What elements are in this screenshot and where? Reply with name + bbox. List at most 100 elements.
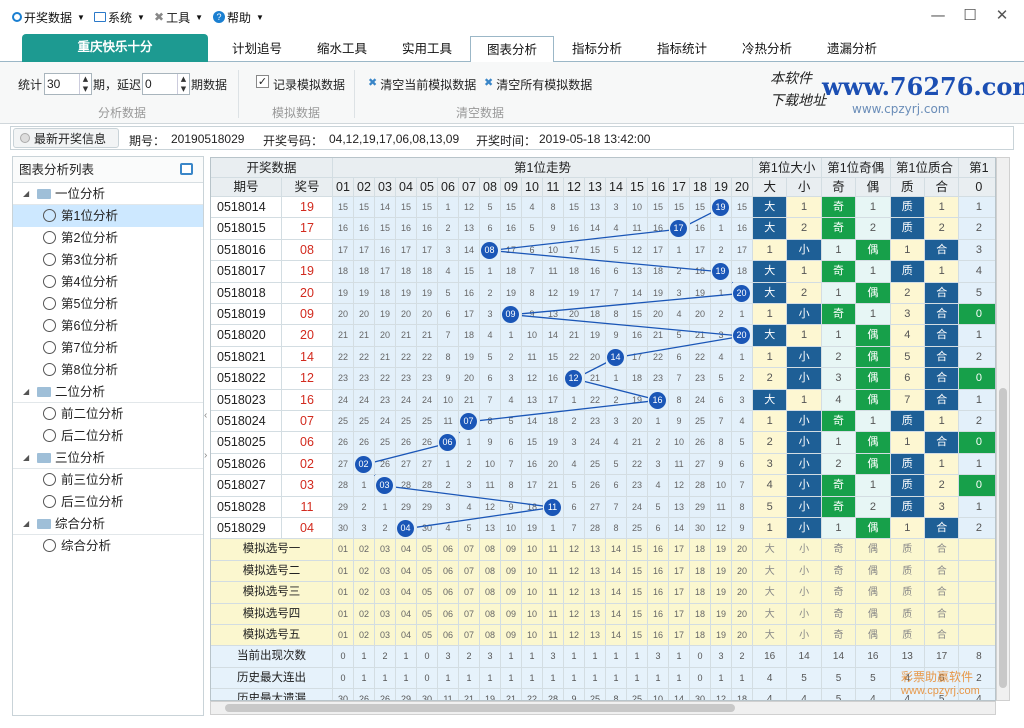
sim-tag-cell[interactable]: 偶 — [856, 582, 891, 604]
sim-tag-cell[interactable]: 小 — [787, 539, 822, 561]
sim-cell[interactable]: 05 — [417, 625, 438, 647]
sim-cell[interactable]: 01 — [333, 582, 354, 604]
sim-row-label[interactable]: 模拟选号四 — [211, 603, 333, 625]
sim-cell[interactable]: 10 — [522, 539, 543, 561]
tree-group[interactable]: ◢ 一位分析 — [13, 183, 203, 205]
sim-cell[interactable]: 03 — [375, 625, 396, 647]
tree-item[interactable]: 第7位分析 — [13, 337, 203, 359]
sim-tag-cell[interactable]: 偶 — [856, 539, 891, 561]
tree-item[interactable]: 综合分析 — [13, 535, 203, 557]
tab-utility[interactable]: 实用工具 — [384, 36, 470, 62]
menu-lottery-data[interactable]: 开奖数据 ▼ — [12, 8, 85, 26]
spin-arrows-icon[interactable]: ▲ ▼ — [177, 74, 189, 94]
sim-cell[interactable]: 11 — [543, 625, 564, 647]
sim-cell[interactable] — [959, 582, 995, 604]
sim-cell[interactable]: 15 — [627, 603, 648, 625]
sim-cell[interactable]: 20 — [732, 539, 753, 561]
sim-cell[interactable]: 19 — [711, 560, 732, 583]
sim-cell[interactable]: 19 — [711, 625, 732, 647]
tab-omission[interactable]: 遗漏分析 — [810, 36, 894, 62]
sim-row-label[interactable]: 模拟选号五 — [211, 625, 333, 647]
sim-cell[interactable]: 07 — [459, 603, 480, 625]
sim-cell[interactable]: 07 — [459, 582, 480, 604]
sim-tag-cell[interactable]: 奇 — [821, 560, 857, 583]
sim-cell[interactable]: 15 — [627, 539, 648, 561]
tab-hot-cold[interactable]: 冷热分析 — [724, 36, 810, 62]
sim-cell[interactable]: 09 — [501, 625, 522, 647]
sim-cell[interactable]: 08 — [480, 560, 501, 583]
sim-cell[interactable]: 19 — [711, 603, 732, 625]
sim-cell[interactable]: 05 — [417, 582, 438, 604]
sim-cell[interactable]: 17 — [669, 625, 690, 647]
tree-group[interactable]: ◢ 二位分析 — [13, 381, 203, 403]
sim-cell[interactable]: 14 — [606, 603, 627, 625]
sim-cell[interactable]: 20 — [732, 603, 753, 625]
sim-cell[interactable]: 20 — [732, 625, 753, 647]
sim-cell[interactable]: 13 — [585, 539, 606, 561]
sim-cell[interactable]: 16 — [648, 625, 669, 647]
tree-item[interactable]: 第5位分析 — [13, 293, 203, 315]
sim-cell[interactable]: 07 — [459, 560, 480, 583]
sim-cell[interactable]: 18 — [690, 560, 711, 583]
sim-cell[interactable]: 11 — [543, 560, 564, 583]
sim-tag-cell[interactable]: 合 — [925, 603, 960, 625]
sim-cell[interactable]: 10 — [522, 582, 543, 604]
sim-cell[interactable]: 03 — [375, 539, 396, 561]
sim-cell[interactable]: 02 — [354, 582, 375, 604]
sim-cell[interactable]: 13 — [585, 625, 606, 647]
sim-cell[interactable]: 01 — [333, 625, 354, 647]
sim-cell[interactable]: 06 — [438, 603, 459, 625]
sim-cell[interactable]: 04 — [396, 539, 417, 561]
scroll-thumb[interactable] — [999, 388, 1007, 688]
tree-item[interactable]: 后二位分析 — [13, 425, 203, 447]
tree-item[interactable]: 第1位分析 — [13, 205, 203, 227]
sim-tag-cell[interactable]: 大 — [753, 539, 788, 561]
delay-input[interactable]: 0 ▲ ▼ — [142, 73, 190, 95]
sim-tag-cell[interactable]: 合 — [925, 582, 960, 604]
horizontal-scrollbar[interactable] — [210, 701, 996, 715]
sim-cell[interactable]: 18 — [690, 603, 711, 625]
sim-cell[interactable]: 04 — [396, 625, 417, 647]
sim-cell[interactable]: 18 — [690, 625, 711, 647]
sim-tag-cell[interactable]: 奇 — [821, 582, 857, 604]
sim-tag-cell[interactable]: 质 — [890, 560, 925, 583]
maximize-button[interactable]: ☐ — [956, 4, 984, 26]
sim-cell[interactable] — [959, 539, 995, 561]
sim-cell[interactable]: 07 — [459, 539, 480, 561]
sim-cell[interactable]: 11 — [543, 539, 564, 561]
sim-cell[interactable]: 06 — [438, 560, 459, 583]
sim-cell[interactable]: 02 — [354, 603, 375, 625]
sim-cell[interactable]: 09 — [501, 539, 522, 561]
sim-cell[interactable]: 01 — [333, 539, 354, 561]
sim-cell[interactable]: 12 — [564, 603, 585, 625]
sim-cell[interactable]: 06 — [438, 539, 459, 561]
sim-tag-cell[interactable]: 质 — [890, 582, 925, 604]
sim-row-label[interactable]: 模拟选号一 — [211, 539, 333, 561]
sim-cell[interactable]: 19 — [711, 582, 732, 604]
sim-tag-cell[interactable]: 奇 — [821, 539, 857, 561]
sim-cell[interactable]: 12 — [564, 625, 585, 647]
sim-cell[interactable]: 12 — [564, 582, 585, 604]
sim-cell[interactable]: 02 — [354, 625, 375, 647]
sim-cell[interactable]: 10 — [522, 625, 543, 647]
record-checkbox[interactable]: ✓ — [256, 75, 269, 88]
tab-brand[interactable]: 重庆快乐十分 — [22, 34, 208, 62]
sim-cell[interactable]: 02 — [354, 560, 375, 583]
sim-cell[interactable]: 15 — [627, 625, 648, 647]
sim-cell[interactable]: 17 — [669, 539, 690, 561]
sim-cell[interactable]: 18 — [690, 582, 711, 604]
sim-tag-cell[interactable]: 偶 — [856, 603, 891, 625]
sim-cell[interactable]: 14 — [606, 582, 627, 604]
vertical-scrollbar[interactable] — [996, 157, 1010, 701]
sim-cell[interactable]: 03 — [375, 603, 396, 625]
sim-cell[interactable]: 02 — [354, 539, 375, 561]
sim-cell[interactable]: 05 — [417, 603, 438, 625]
sim-cell[interactable]: 14 — [606, 560, 627, 583]
sim-cell[interactable]: 01 — [333, 603, 354, 625]
sim-tag-cell[interactable]: 大 — [753, 625, 788, 647]
sim-cell[interactable] — [959, 560, 995, 583]
sim-tag-cell[interactable]: 质 — [890, 625, 925, 647]
sim-tag-cell[interactable]: 质 — [890, 539, 925, 561]
tree-item[interactable]: 前二位分析 — [13, 403, 203, 425]
sim-cell[interactable] — [959, 625, 995, 647]
